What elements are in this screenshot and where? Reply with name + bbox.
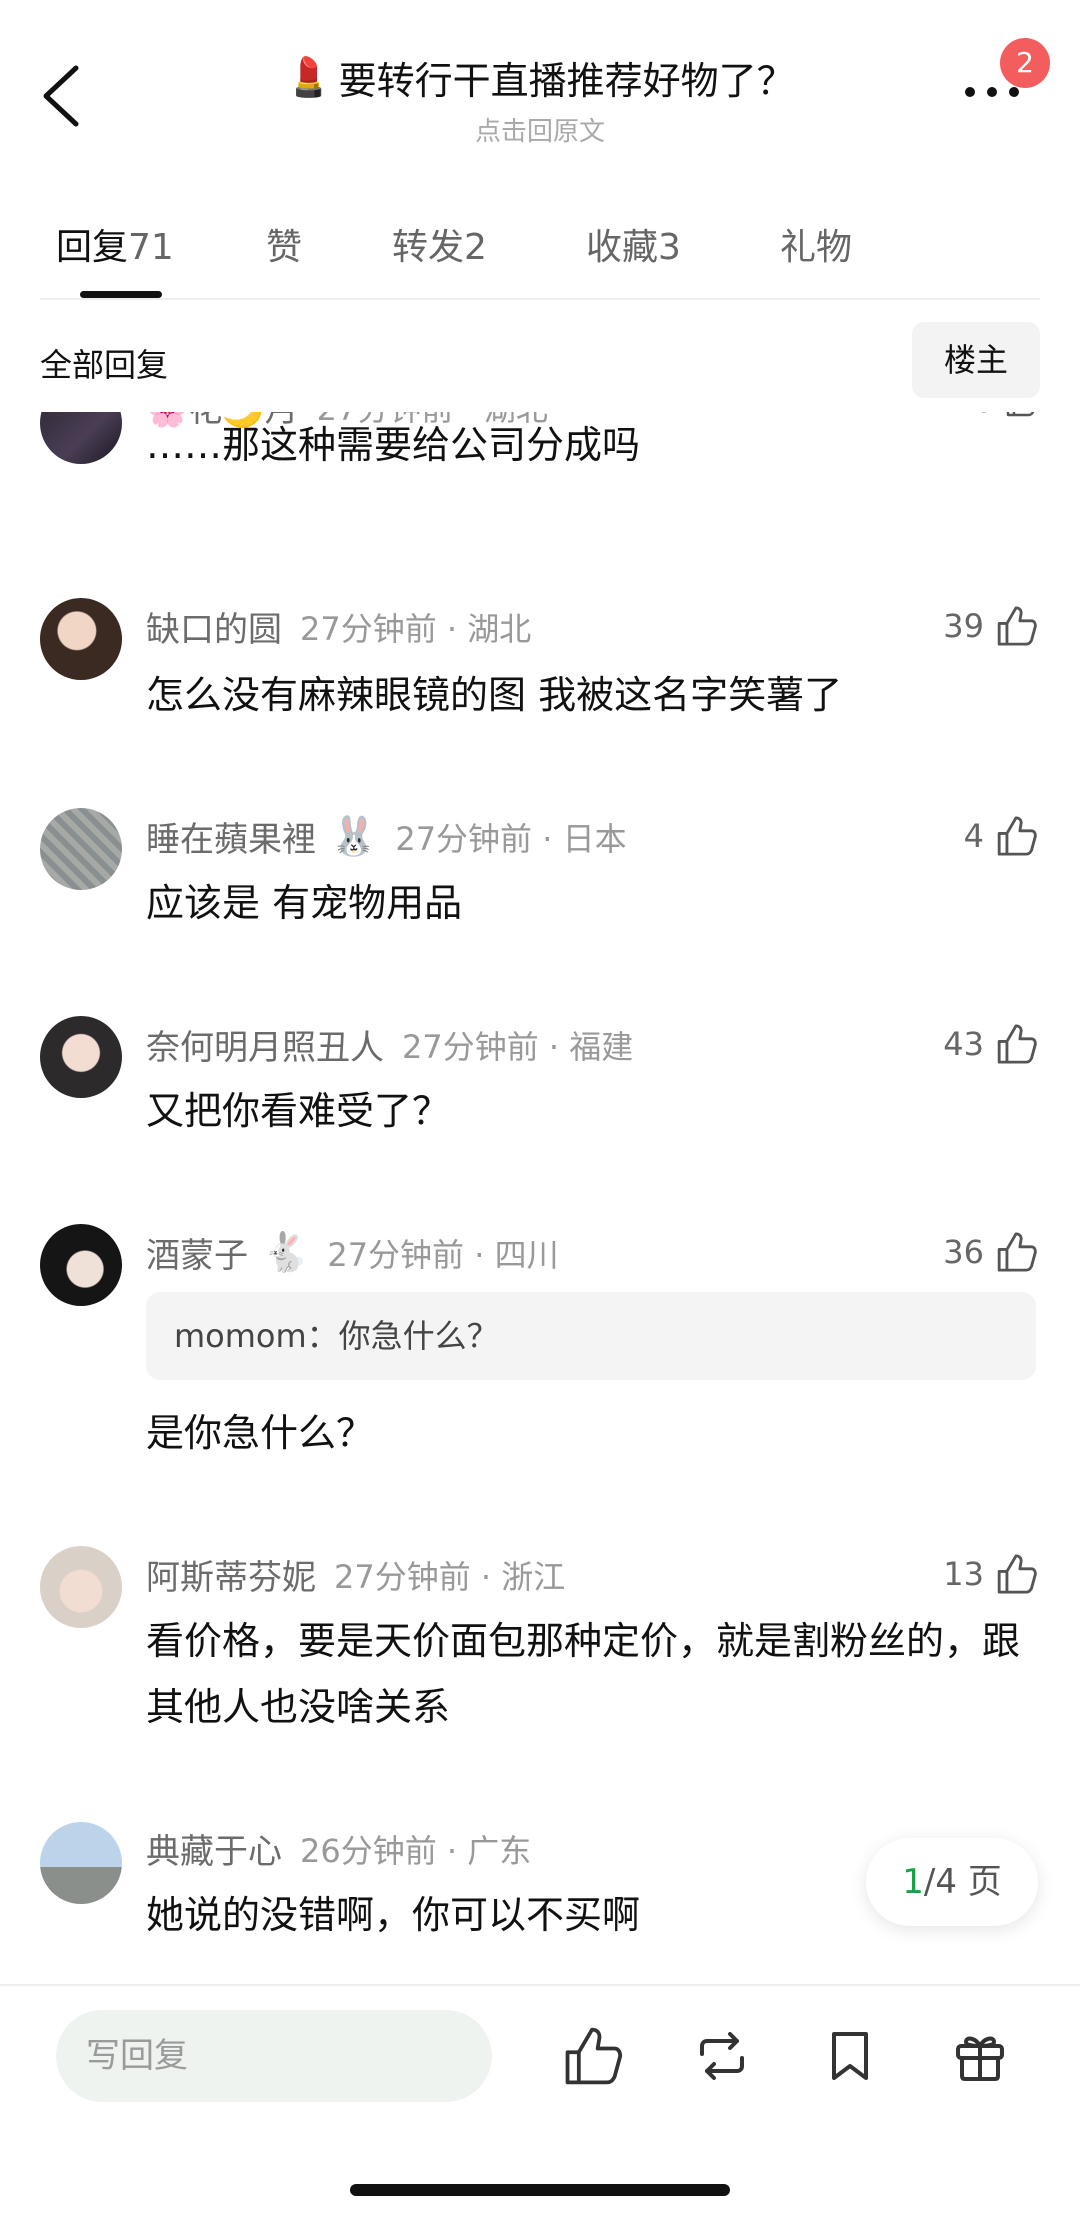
username[interactable]: 奈何明月照丑人 [146, 1020, 384, 1069]
favorite-button[interactable] [818, 2024, 882, 2088]
user-badge: 🐰 [330, 814, 378, 858]
bookmark-icon [832, 2032, 868, 2080]
username[interactable]: 典藏于心 [146, 1824, 282, 1873]
divider [40, 298, 1040, 300]
chevron-left-icon [43, 65, 79, 127]
user-badge: 🐇 [262, 1230, 310, 1274]
comment-time: 27分钟前 · 湖北 [300, 609, 532, 648]
comment-text: 是你急什么？ [146, 1411, 375, 1455]
comment-meta: 酒蒙子 🐇 27分钟前 · 四川 [146, 1228, 559, 1277]
comment-text: 怎么没有麻辣眼镜的图 我被这名字笑薯了 [146, 673, 843, 717]
divider [0, 1984, 1080, 1986]
tab-label: 回复 [56, 227, 129, 268]
username[interactable]: 睡在蘋果裡 [146, 812, 316, 861]
repost-icon [700, 2032, 744, 2080]
tab-count: 2 [464, 227, 487, 268]
tab-count: 3 [658, 227, 681, 268]
tab-likes[interactable]: 赞 [266, 218, 302, 270]
avatar[interactable] [40, 808, 122, 890]
tab-gifts[interactable]: 礼物 [780, 218, 852, 270]
all-replies-label: 全部回复 [40, 346, 169, 384]
tab-label: 赞 [266, 227, 303, 268]
tab-label: 礼物 [780, 227, 853, 268]
avatar[interactable] [40, 1822, 122, 1904]
comment-text: 又把你看难受了？ [146, 1089, 451, 1133]
tab-label: 转发 [392, 227, 465, 268]
username[interactable]: 缺口的圆 [146, 602, 282, 651]
thumb-up-icon [997, 816, 1037, 856]
like-count: 39 [943, 607, 984, 645]
total-pages: /4 页 [923, 1862, 1002, 1902]
comment-text: ……那这种需要给公司分成吗 [146, 423, 641, 467]
tab-reposts[interactable]: 转发2 [392, 218, 487, 270]
comment-meta: 阿斯蒂芬妮 27分钟前 · 浙江 [146, 1550, 565, 1599]
title-text: 要转行干直播推荐好物了？ [338, 59, 795, 103]
tab-favorites[interactable]: 收藏3 [586, 218, 681, 270]
like-post-button[interactable] [560, 2024, 624, 2088]
username[interactable]: 阿斯蒂芬妮 [146, 1550, 316, 1599]
avatar[interactable] [40, 1016, 122, 1098]
like-button[interactable]: 4 [964, 814, 1038, 858]
thumb-up-icon [997, 1232, 1037, 1272]
comment-time: 27分钟前 · 浙江 [334, 1557, 566, 1596]
like-count: 13 [943, 1555, 984, 1593]
comment-meta: 奈何明月照丑人 27分钟前 · 福建 [146, 1020, 633, 1069]
comment-time: 27分钟前 · 日本 [395, 819, 627, 858]
like-count: 36 [943, 1233, 984, 1271]
avatar[interactable] [40, 598, 122, 680]
gift-icon [956, 2036, 1004, 2081]
page-indicator[interactable]: 1/4 页 [866, 1838, 1038, 1926]
thumb-up-icon [997, 1554, 1037, 1594]
comment-text: 应该是 有宠物用品 [146, 881, 463, 925]
quoted-reply[interactable]: momom：你急什么？ [146, 1292, 1036, 1380]
back-button[interactable] [36, 56, 96, 136]
comment-text: 看价格，要是天价面包那种定价，就是割粉丝的，跟其他人也没啥关系 [146, 1619, 1021, 1729]
repost-button[interactable] [690, 2024, 754, 2088]
like-button[interactable]: 13 [943, 1552, 1038, 1596]
page-title: 💄 要转行干直播推荐好物了？ [285, 50, 794, 105]
comment-time: 26分钟前 · 广东 [300, 1831, 532, 1870]
username[interactable]: 酒蒙子 [146, 1228, 248, 1277]
comment-meta: 睡在蘋果裡 🐰 27分钟前 · 日本 [146, 812, 627, 861]
tab-label: 收藏 [586, 227, 659, 268]
title-emoji: 💄 [285, 55, 333, 99]
comment-meta: 缺口的圆 27分钟前 · 湖北 [146, 602, 531, 651]
gift-button[interactable] [948, 2024, 1012, 2088]
like-button[interactable]: 43 [943, 1022, 1038, 1066]
thumb-up-icon [565, 2027, 623, 2085]
home-indicator [350, 2184, 730, 2196]
like-count: 4 [963, 817, 984, 855]
tab-count: 71 [128, 227, 174, 268]
avatar[interactable] [40, 412, 122, 464]
active-tab-indicator [80, 291, 162, 298]
comment-time: 27分钟前 · 四川 [327, 1235, 559, 1274]
tab-replies[interactable]: 回复71 [56, 218, 174, 270]
like-button[interactable]: 36 [943, 1230, 1038, 1274]
thumb-up-icon [997, 606, 1037, 646]
comment-meta: 典藏于心 26分钟前 · 广东 [146, 1824, 531, 1873]
header-title-area[interactable]: 💄 要转行干直播推荐好物了？ 点击回原文 [200, 50, 880, 148]
like-button[interactable]: 39 [943, 604, 1038, 648]
thumb-up-icon [997, 1024, 1037, 1064]
comment-time: 27分钟前 · 福建 [402, 1027, 634, 1066]
comment-list[interactable]: 🌸花🌙月 27分钟前 · 湖北 20 ……那这种需要给公司分成吗 缺口的圆 27… [0, 412, 1080, 1982]
avatar[interactable] [40, 1546, 122, 1628]
like-count: 43 [943, 1025, 984, 1063]
avatar[interactable] [40, 1224, 122, 1306]
back-to-original-link[interactable]: 点击回原文 [200, 111, 880, 148]
current-page: 1 [902, 1862, 924, 1902]
owner-filter-button[interactable]: 楼主 [912, 322, 1040, 398]
notification-badge: 2 [1000, 38, 1050, 88]
reply-input[interactable]: 写回复 [56, 2010, 492, 2102]
